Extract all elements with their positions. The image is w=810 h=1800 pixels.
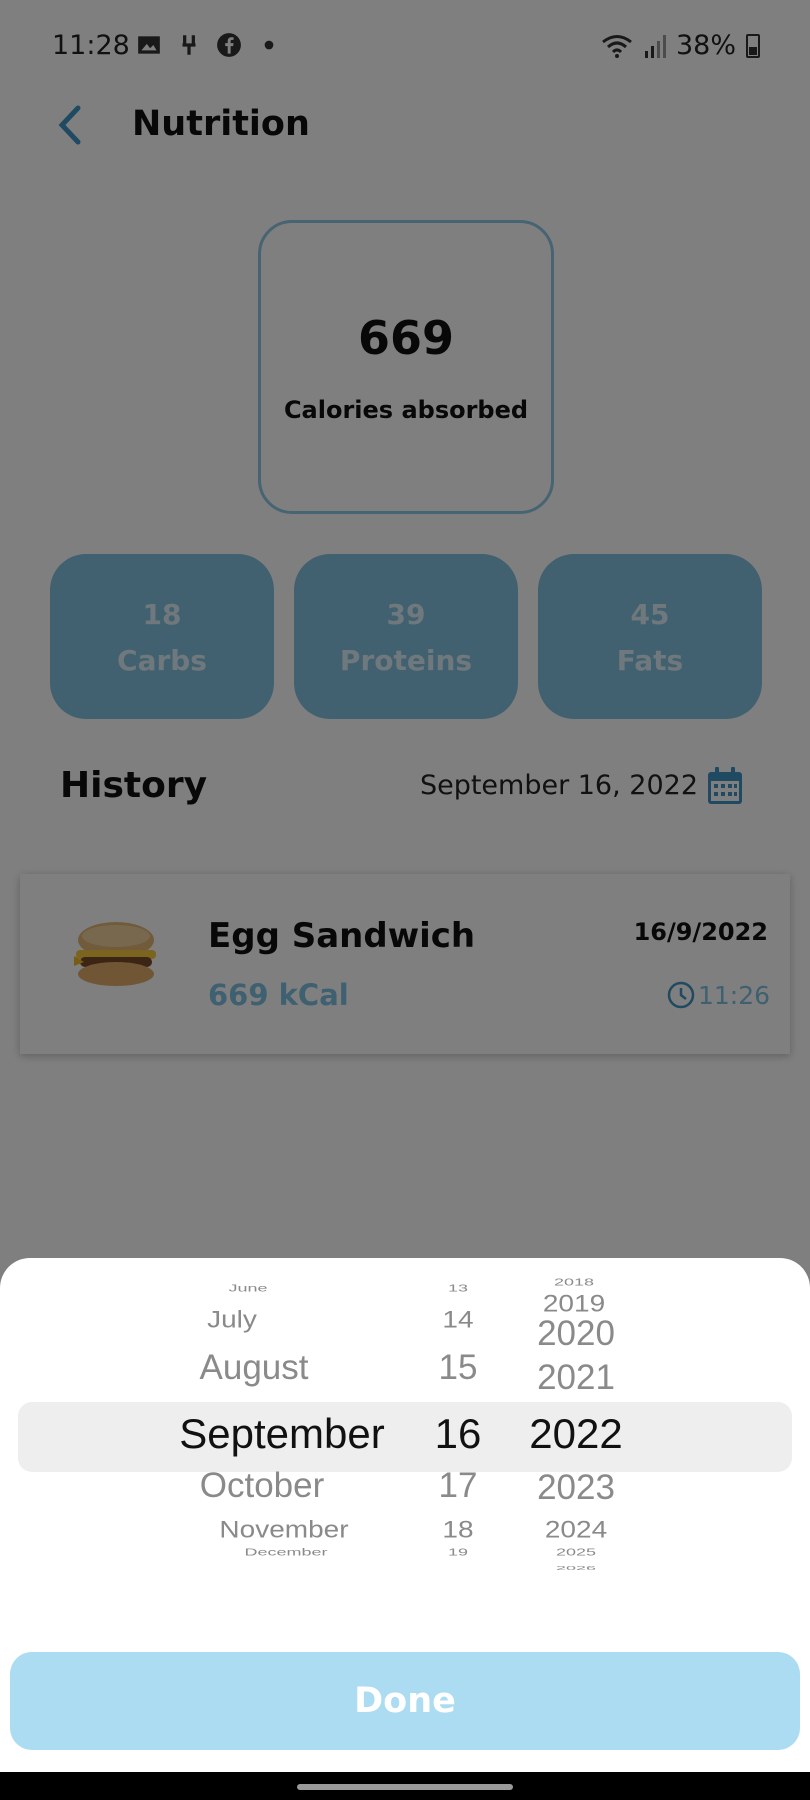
screen: 11:28 38% Nutrition 669 Calories absorbe… (0, 0, 810, 1800)
day-option[interactable]: 17 (439, 1466, 478, 1506)
month-option[interactable]: August (200, 1348, 309, 1388)
month-option[interactable]: June (228, 1283, 267, 1295)
year-option-selected[interactable]: 2022 (529, 1410, 622, 1458)
home-handle[interactable] (297, 1784, 513, 1790)
year-option[interactable]: 2024 (545, 1516, 607, 1543)
month-option[interactable]: October (200, 1466, 325, 1506)
year-option[interactable]: 2020 (537, 1314, 615, 1354)
year-option[interactable]: 2026 (556, 1565, 596, 1571)
picker-selection-highlight (18, 1402, 792, 1472)
month-option[interactable]: November (219, 1516, 348, 1543)
day-option[interactable]: 15 (439, 1348, 478, 1388)
year-option[interactable]: 2025 (556, 1547, 596, 1559)
month-option[interactable]: December (244, 1547, 327, 1559)
done-button[interactable]: Done (10, 1652, 800, 1750)
day-option[interactable]: 19 (448, 1547, 468, 1559)
year-option[interactable]: 2023 (537, 1468, 615, 1508)
month-option[interactable]: July (207, 1306, 257, 1333)
day-option-selected[interactable]: 16 (435, 1410, 482, 1458)
year-option[interactable]: 2021 (537, 1358, 615, 1398)
navigation-bar (0, 1772, 810, 1800)
day-option[interactable]: 14 (442, 1306, 473, 1333)
day-option[interactable]: 13 (448, 1283, 468, 1295)
month-option-selected[interactable]: September (179, 1410, 384, 1458)
day-option[interactable]: 18 (442, 1516, 473, 1543)
date-picker-sheet: June July August September October Novem… (0, 1258, 810, 1772)
year-option[interactable]: 2018 (554, 1277, 594, 1289)
